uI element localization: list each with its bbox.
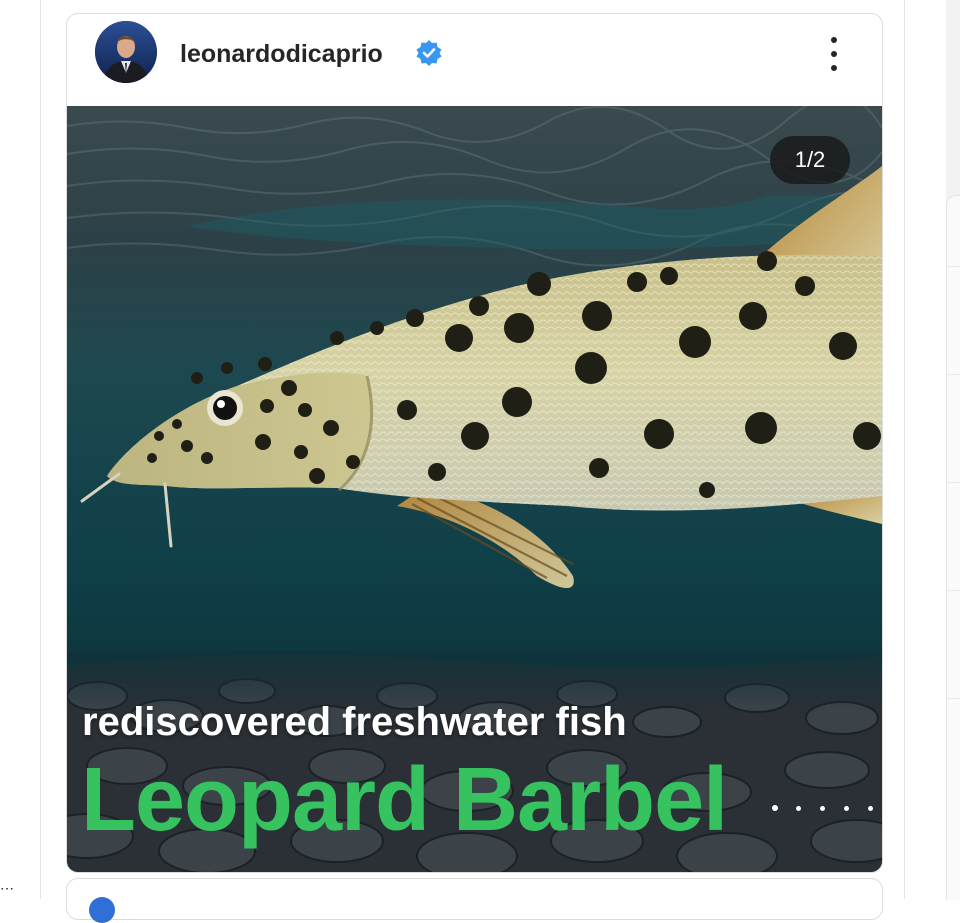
carousel-dot bbox=[796, 806, 801, 811]
left-column-divider bbox=[40, 0, 41, 899]
profile-photo-icon bbox=[95, 21, 157, 83]
next-post-card bbox=[66, 878, 883, 923]
image-subtitle: rediscovered freshwater fish bbox=[82, 700, 627, 744]
image-title: Leopard Barbel bbox=[81, 750, 728, 850]
carousel-dot bbox=[820, 806, 825, 811]
avatar[interactable] bbox=[89, 897, 115, 923]
carousel-dot-active bbox=[772, 805, 778, 811]
post-media[interactable]: 1/2 rediscovered freshwater fish Leopard… bbox=[67, 106, 882, 872]
more-options-button[interactable] bbox=[819, 34, 849, 74]
right-column-divider bbox=[904, 0, 905, 899]
verified-badge-icon bbox=[416, 40, 442, 66]
carousel-dot bbox=[844, 806, 849, 811]
post-card: leonardodicaprio 1/2 rediscovered freshw… bbox=[66, 13, 883, 873]
overflow-dots-icon: ⋯ bbox=[0, 880, 15, 896]
post-header: leonardodicaprio bbox=[67, 14, 882, 106]
right-panel-card bbox=[946, 195, 960, 900]
carousel-counter: 1/2 bbox=[770, 136, 850, 184]
avatar[interactable] bbox=[95, 21, 157, 83]
username[interactable]: leonardodicaprio bbox=[180, 40, 383, 69]
carousel-dot bbox=[868, 806, 873, 811]
more-vertical-icon bbox=[831, 37, 837, 43]
